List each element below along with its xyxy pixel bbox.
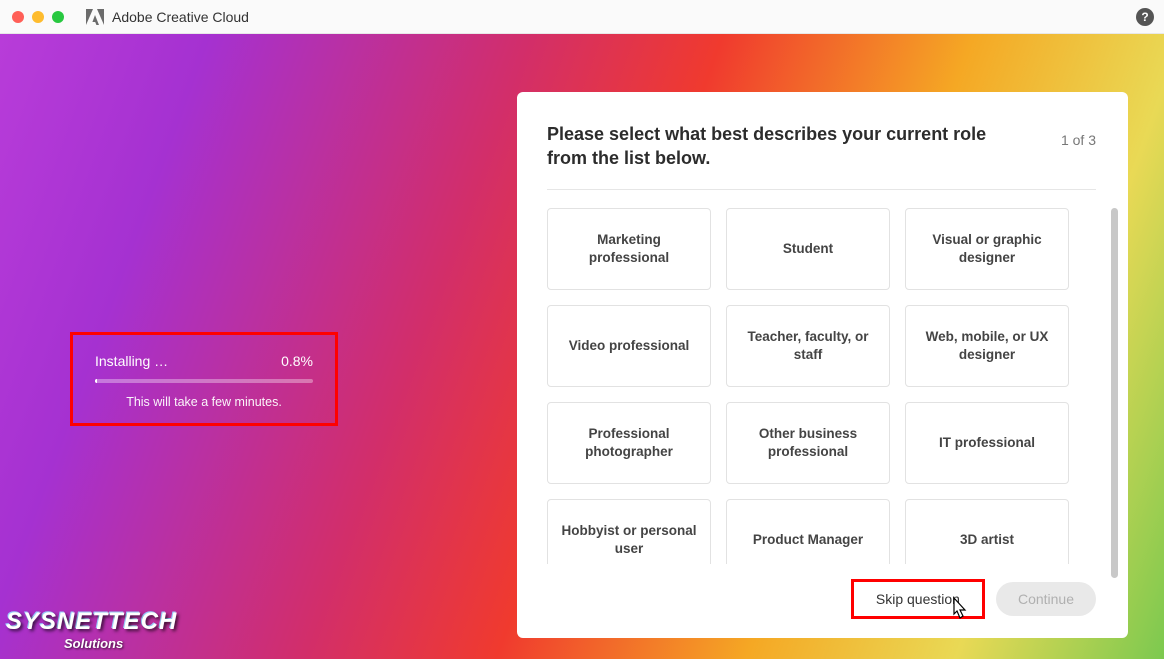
help-icon[interactable]: ?	[1136, 8, 1154, 26]
role-option[interactable]: Professional photographer	[547, 402, 711, 484]
role-option[interactable]: Other business professional	[726, 402, 890, 484]
adobe-logo-icon	[86, 9, 104, 25]
watermark-sub: Solutions	[64, 636, 177, 651]
panel-footer: Skip question Continue	[547, 564, 1118, 616]
scrollbar-thumb[interactable]	[1111, 208, 1118, 578]
panel-step: 1 of 3	[1061, 132, 1096, 148]
titlebar: Adobe Creative Cloud ?	[0, 0, 1164, 34]
app-title-wrap: Adobe Creative Cloud	[86, 9, 249, 25]
main-area: Installing … 0.8% This will take a few m…	[0, 34, 1164, 659]
titlebar-right: ?	[1136, 8, 1154, 26]
options-scroll: Marketing professional Student Visual or…	[547, 208, 1118, 564]
window-controls	[12, 11, 64, 23]
install-progress-box: Installing … 0.8% This will take a few m…	[70, 332, 338, 426]
onboarding-panel: Please select what best describes your c…	[517, 92, 1128, 638]
role-option[interactable]: Hobbyist or personal user	[547, 499, 711, 564]
role-option[interactable]: Video professional	[547, 305, 711, 387]
role-option[interactable]: 3D artist	[905, 499, 1069, 564]
role-option[interactable]: Teacher, faculty, or staff	[726, 305, 890, 387]
skip-question-button[interactable]: Skip question	[854, 582, 982, 616]
progress-fill	[95, 379, 97, 383]
role-option[interactable]: Visual or graphic designer	[905, 208, 1069, 290]
close-window-button[interactable]	[12, 11, 24, 23]
install-percent: 0.8%	[281, 353, 313, 369]
role-option[interactable]: IT professional	[905, 402, 1069, 484]
skip-highlight-wrap: Skip question	[854, 582, 982, 616]
role-option[interactable]: Product Manager	[726, 499, 890, 564]
app-title: Adobe Creative Cloud	[112, 9, 249, 25]
role-option[interactable]: Student	[726, 208, 890, 290]
fullscreen-window-button[interactable]	[52, 11, 64, 23]
panel-header: Please select what best describes your c…	[547, 122, 1118, 171]
install-note: This will take a few minutes.	[95, 395, 313, 409]
install-row: Installing … 0.8%	[95, 353, 313, 369]
scrollbar-track[interactable]	[1111, 208, 1118, 564]
progress-bar	[95, 379, 313, 383]
install-label: Installing …	[95, 353, 168, 369]
panel-prompt: Please select what best describes your c…	[547, 122, 1007, 171]
divider	[547, 189, 1096, 190]
watermark-brand: SYSNETTECH	[6, 608, 177, 636]
role-option[interactable]: Marketing professional	[547, 208, 711, 290]
watermark: SYSNETTECH Solutions	[6, 608, 177, 651]
continue-button: Continue	[996, 582, 1096, 616]
role-option[interactable]: Web, mobile, or UX designer	[905, 305, 1069, 387]
minimize-window-button[interactable]	[32, 11, 44, 23]
options-grid: Marketing professional Student Visual or…	[547, 208, 1118, 564]
